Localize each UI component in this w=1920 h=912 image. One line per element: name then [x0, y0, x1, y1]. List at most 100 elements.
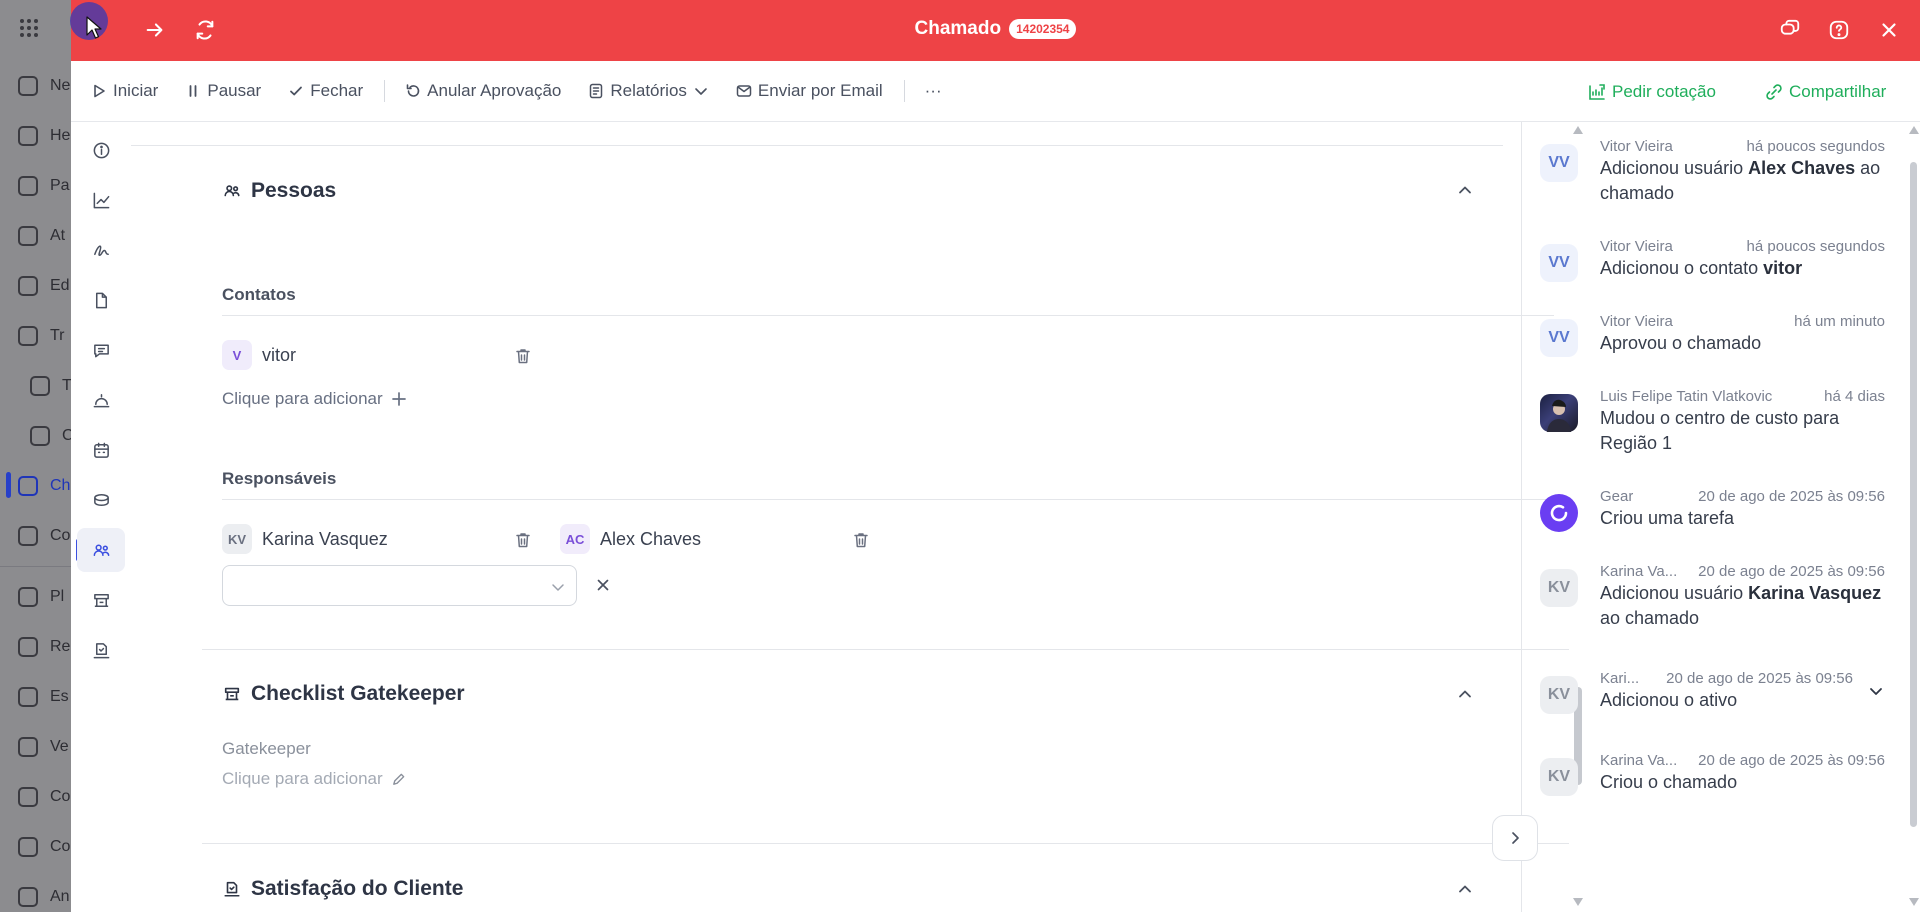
checklist-section-header[interactable]: Checklist Gatekeeper [223, 682, 465, 706]
rail-signature[interactable] [77, 228, 125, 272]
remove-responsible-trash-icon[interactable] [514, 531, 532, 549]
feed-time: 20 de ago de 2025 às 09:56 [1698, 488, 1885, 505]
action-toolbar: Iniciar Pausar Fechar Anular Aprovação R… [71, 61, 1920, 122]
feed-time: há poucos segundos [1746, 138, 1885, 155]
feed-author: Vitor Vieira [1600, 313, 1673, 330]
bg-nav-item: Co [18, 785, 70, 809]
undo-approval-button[interactable]: Anular Aprovação [405, 81, 561, 101]
coins-icon [93, 493, 109, 506]
gear-logo-icon [1550, 504, 1568, 522]
send-email-label: Enviar por Email [757, 81, 883, 100]
gatekeeper-add-link[interactable]: Clique para adicionar [222, 769, 406, 789]
feed-time: há poucos segundos [1746, 238, 1885, 255]
clear-select-close-icon[interactable] [595, 577, 611, 593]
rail-calendar[interactable] [77, 428, 125, 472]
add-responsible-select[interactable] [222, 565, 577, 606]
rail-chart[interactable] [77, 178, 125, 222]
section-nav-rail [71, 122, 131, 912]
add-contact-label: Clique para adicionar [222, 389, 383, 408]
request-quote-button[interactable]: Pedir cotação [1588, 61, 1716, 122]
feed-time: há um minuto [1794, 313, 1885, 330]
people-section-header[interactable]: Pessoas [223, 179, 336, 203]
feed-text: Adicionou usuário Alex Chaves ao chamado [1600, 158, 1881, 203]
feed-item: KV Karina Va... 20 de ago de 2025 às 09:5… [1540, 563, 1885, 633]
feed-text: Aprovou o chamado [1600, 333, 1762, 353]
feed-time: 20 de ago de 2025 às 09:56 [1666, 670, 1853, 687]
feed-author: Gear [1600, 488, 1634, 505]
reports-dropdown[interactable]: Relatórios [588, 81, 709, 101]
rail-cost[interactable] [77, 478, 125, 522]
feed-author: Karina Va... [1600, 752, 1678, 769]
remove-responsible-trash-icon[interactable] [852, 531, 870, 549]
rail-satisfaction[interactable] [77, 628, 125, 672]
chevron-up-icon[interactable] [1455, 879, 1475, 899]
scroll-down-arrow-icon[interactable] [1909, 898, 1919, 906]
rail-gatekeeper[interactable] [77, 578, 125, 622]
reports-label: Relatórios [610, 81, 687, 100]
remove-contact-trash-icon[interactable] [514, 347, 532, 365]
bg-nav-item: Re [18, 635, 70, 659]
checklist-section-title: Checklist Gatekeeper [251, 682, 465, 705]
close-modal-button[interactable] [1877, 18, 1901, 42]
bg-active-indicator [6, 472, 11, 498]
undo-approval-label: Anular Aprovação [427, 81, 562, 100]
feed-text: Mudou o centro de custo para Região 1 [1600, 408, 1840, 453]
start-button[interactable]: Iniciar [91, 81, 158, 101]
bg-nav-item: Tr [18, 324, 65, 348]
contacts-title: Contatos [222, 285, 296, 304]
feed-avatar: VV [1540, 144, 1578, 182]
scroll-up-arrow-icon[interactable] [1909, 126, 1919, 134]
help-button[interactable] [1827, 18, 1851, 42]
people-section-title: Pessoas [251, 179, 337, 202]
rail-service[interactable] [77, 378, 125, 422]
feed-scrollbar[interactable] [1907, 122, 1920, 912]
rail-document[interactable] [77, 278, 125, 322]
bg-nav-item: Pl [18, 585, 64, 609]
gatekeeper-icon [224, 687, 240, 701]
responsible-name: Karina Vasquez [262, 528, 388, 549]
chevron-up-icon[interactable] [1455, 684, 1475, 704]
bg-nav-item: Pa [18, 174, 70, 198]
responsible-name: Alex Chaves [600, 528, 702, 549]
line-chart-icon [93, 192, 109, 208]
satisfaction-section-header[interactable]: Satisfação do Cliente [223, 877, 463, 901]
rail-people[interactable] [77, 528, 125, 572]
divider [222, 315, 1554, 316]
bg-nav-item: Co [18, 524, 70, 548]
bg-separator [0, 566, 72, 567]
feed-avatar: KV [1540, 758, 1578, 796]
share-button[interactable]: Compartilhar [1765, 61, 1886, 122]
more-actions-button[interactable]: ··· [925, 81, 942, 101]
chevron-down-icon[interactable] [1867, 682, 1885, 700]
feed-item-expandable[interactable]: KV Kari... 20 de ago de 2025 às 09:56 Adi… [1540, 670, 1885, 720]
feed-author: Vitor Vieira [1600, 238, 1673, 255]
feed-author: Kari... [1600, 670, 1640, 687]
chevron-up-icon[interactable] [1455, 180, 1475, 200]
rail-info[interactable] [77, 128, 125, 172]
calendar-icon [93, 442, 109, 458]
activity-feed: VV Vitor Vieira há poucos segundos Adicio… [1522, 122, 1907, 912]
ticket-modal: Chamado 14202354 Iniciar Pausar Fechar A… [71, 0, 1920, 912]
feed-avatar: KV [1540, 569, 1578, 607]
chevron-down-icon [695, 88, 707, 95]
close-ticket-button[interactable]: Fechar [288, 81, 363, 101]
responsible-row[interactable]: KV Karina Vasquez [222, 524, 388, 554]
contact-row[interactable]: V vitor [222, 340, 296, 370]
gatekeeper-add-label: Clique para adicionar [222, 769, 383, 788]
satisfaction-section-title: Satisfação do Cliente [251, 877, 464, 900]
feed-avatar: VV [1540, 319, 1578, 357]
bg-nav-item: He [18, 124, 70, 148]
feed-text: Adicionou usuário Karina Vasquez ao cham… [1600, 583, 1882, 628]
send-email-button[interactable]: Enviar por Email [736, 81, 883, 101]
responsibles-title: Responsáveis [222, 469, 337, 488]
divider [202, 649, 1569, 650]
rail-comments[interactable] [77, 328, 125, 372]
chat-button[interactable] [1778, 18, 1802, 42]
pause-button[interactable]: Pausar [185, 81, 261, 101]
feed-scroll-thumb[interactable] [1910, 162, 1917, 827]
add-contact-link[interactable]: Clique para adicionar [222, 389, 407, 409]
background-app-sidebar: Ne He Pa At Ed Tr T C Ch Co Pl Re Es Ve … [0, 0, 74, 912]
responsible-row[interactable]: AC Alex Chaves [560, 524, 701, 554]
ticket-number-badge: 14202354 [1009, 19, 1077, 39]
feed-item: Gear 20 de ago de 2025 às 09:56 Criou uma… [1540, 488, 1885, 538]
